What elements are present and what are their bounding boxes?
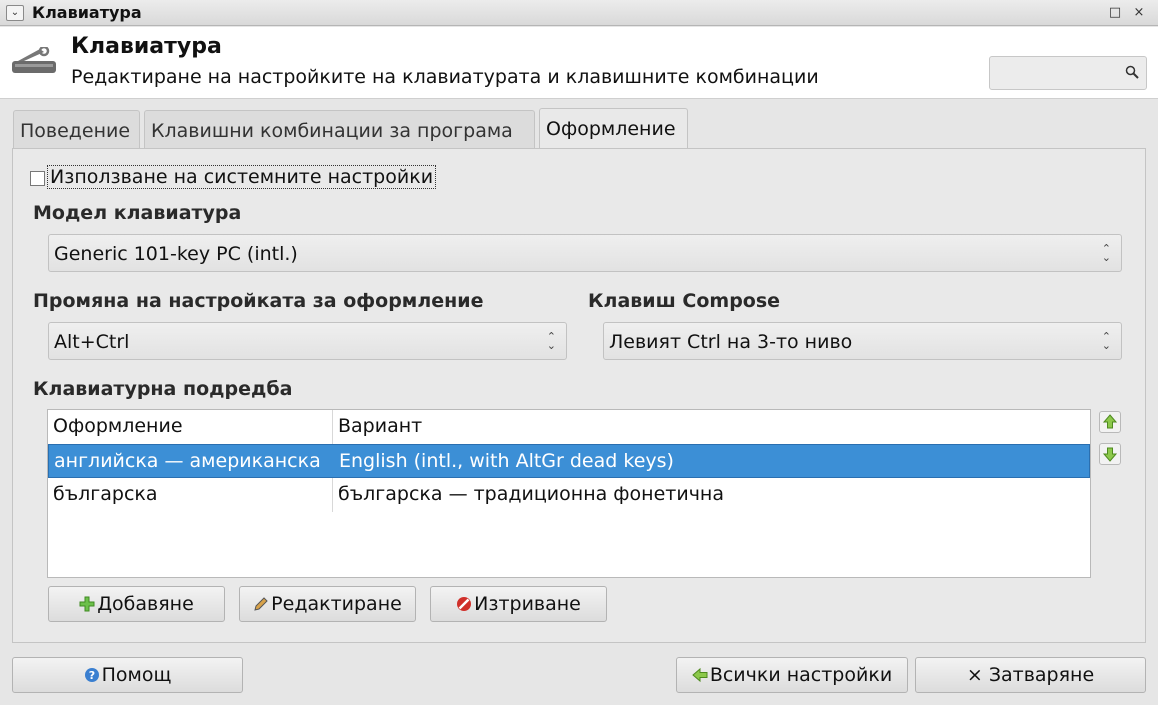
tab-behavior[interactable]: Поведение <box>13 110 140 148</box>
delete-icon <box>457 597 472 611</box>
compose-key-value: Левият Ctrl на 3-то ниво <box>609 331 853 353</box>
column-header-variant[interactable]: Вариант <box>338 415 422 437</box>
tab-layout[interactable]: Оформление <box>539 108 688 150</box>
keyboard-model-label: Модел клавиатура <box>33 202 242 224</box>
edit-layout-button[interactable]: Редактиране <box>239 586 416 622</box>
all-settings-label: Всички настройки <box>709 664 893 686</box>
change-layout-value: Alt+Ctrl <box>54 331 130 353</box>
plus-icon <box>79 596 95 612</box>
window-title: Клавиатура <box>32 3 142 22</box>
layouts-table[interactable]: Оформление Вариант английска — американс… <box>47 409 1091 578</box>
window-menu-button[interactable]: ⌄ <box>6 5 24 21</box>
change-layout-select[interactable]: Alt+Ctrl ⌃ ⌄ <box>48 322 567 360</box>
change-layout-label: Промяна на настройката за оформление <box>33 290 484 312</box>
arrow-down-icon <box>1102 447 1118 462</box>
use-system-settings-checkbox[interactable] <box>30 171 45 186</box>
svg-text:?: ? <box>88 669 94 682</box>
move-down-button[interactable] <box>1099 443 1121 465</box>
help-icon: ? <box>84 668 99 682</box>
page-subtitle: Редактиране на настройките на клавиатура… <box>71 66 819 88</box>
close-label: Затваряне <box>988 664 1095 686</box>
layout-cell: българска <box>53 483 158 505</box>
search-input[interactable] <box>989 56 1147 90</box>
layouts-section-label: Клавиатурна подредба <box>33 378 293 400</box>
layout-cell: английска — американска <box>54 450 321 472</box>
variant-cell: English (intl., with AltGr dead keys) <box>339 450 674 472</box>
pencil-icon <box>254 597 268 611</box>
table-row[interactable]: английска — американска English (intl., … <box>48 444 1090 478</box>
updown-icon: ⌃ ⌄ <box>546 330 556 352</box>
move-up-button[interactable] <box>1099 411 1121 433</box>
tab-app-shortcuts[interactable]: Клавишни комбинации за програма <box>144 110 535 148</box>
compose-key-label: Клавиш Compose <box>588 290 781 312</box>
close-icon: × <box>966 664 983 686</box>
keyboard-model-value: Generic 101-key PC (intl.) <box>54 243 298 265</box>
compose-key-select[interactable]: Левият Ctrl на 3-то ниво ⌃ ⌄ <box>603 322 1122 360</box>
table-row[interactable]: българска българска — традиционна фонети… <box>48 478 1090 512</box>
table-header: Оформление Вариант <box>48 410 1090 444</box>
help-label: Помощ <box>101 664 172 686</box>
header: Клавиатура Редактиране на настройките на… <box>0 27 1158 99</box>
window-titlebar: ⌄ Клавиатура □ × <box>0 0 1158 26</box>
delete-layout-button[interactable]: Изтриване <box>430 586 607 622</box>
search-icon <box>1125 65 1139 79</box>
updown-icon: ⌃ ⌄ <box>1101 242 1111 264</box>
column-header-layout[interactable]: Оформление <box>53 415 183 437</box>
variant-cell: българска — традиционна фонетична <box>338 483 724 505</box>
close-button[interactable]: × Затваряне <box>915 657 1146 693</box>
page-title: Клавиатура <box>71 34 222 59</box>
delete-layout-label: Изтриване <box>474 593 581 615</box>
arrow-up-icon <box>1102 414 1118 429</box>
add-layout-label: Добавяне <box>97 593 194 615</box>
keyboard-tools-icon <box>12 47 56 73</box>
use-system-settings-label[interactable]: Използване на системните настройки <box>47 165 437 189</box>
close-window-button[interactable]: × <box>1130 5 1148 21</box>
add-layout-button[interactable]: Добавяне <box>48 586 225 622</box>
back-arrow-icon <box>692 667 708 683</box>
maximize-button[interactable]: □ <box>1106 5 1124 21</box>
edit-layout-label: Редактиране <box>271 593 402 615</box>
keyboard-model-select[interactable]: Generic 101-key PC (intl.) ⌃ ⌄ <box>48 234 1122 272</box>
all-settings-button[interactable]: Всички настройки <box>676 657 908 693</box>
updown-icon: ⌃ ⌄ <box>1101 330 1111 352</box>
help-button[interactable]: ? Помощ <box>12 657 243 693</box>
